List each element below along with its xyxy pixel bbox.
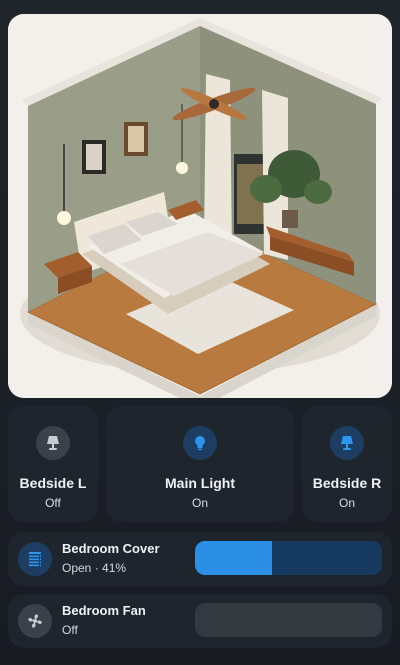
- room-illustration: [8, 14, 392, 398]
- cover-state: Open · 41%: [62, 561, 127, 575]
- tile-state: Off: [45, 496, 61, 510]
- bedside-lamp-icon: [36, 426, 70, 460]
- fan-state: Off: [62, 623, 78, 637]
- fan-icon: [18, 604, 52, 638]
- cover-row[interactable]: Bedroom Cover Open · 41%: [8, 532, 392, 586]
- cover-name: Bedroom Cover: [62, 541, 160, 556]
- fan-name: Bedroom Fan: [62, 603, 146, 618]
- cover-position-slider[interactable]: [195, 541, 382, 575]
- tile-state: On: [191, 496, 208, 510]
- tile-name: Bedside R: [312, 475, 382, 491]
- tile-name: Main Light: [165, 475, 235, 491]
- bedside-lamp-icon: [330, 426, 364, 460]
- tile-bedside-r[interactable]: Bedside R On: [302, 406, 392, 522]
- fan-speed-slider[interactable]: [195, 603, 382, 637]
- tile-main-light[interactable]: Main Light On: [106, 406, 294, 522]
- tile-state: On: [338, 496, 355, 510]
- lightbulb-icon: [183, 426, 217, 460]
- tile-bedside-l[interactable]: Bedside L Off: [8, 406, 98, 522]
- tile-name: Bedside L: [19, 475, 87, 491]
- cover-position-fill: [195, 541, 272, 575]
- fan-row[interactable]: Bedroom Fan Off: [8, 594, 392, 648]
- blinds-icon: [18, 542, 52, 576]
- room-image-card[interactable]: [8, 14, 392, 398]
